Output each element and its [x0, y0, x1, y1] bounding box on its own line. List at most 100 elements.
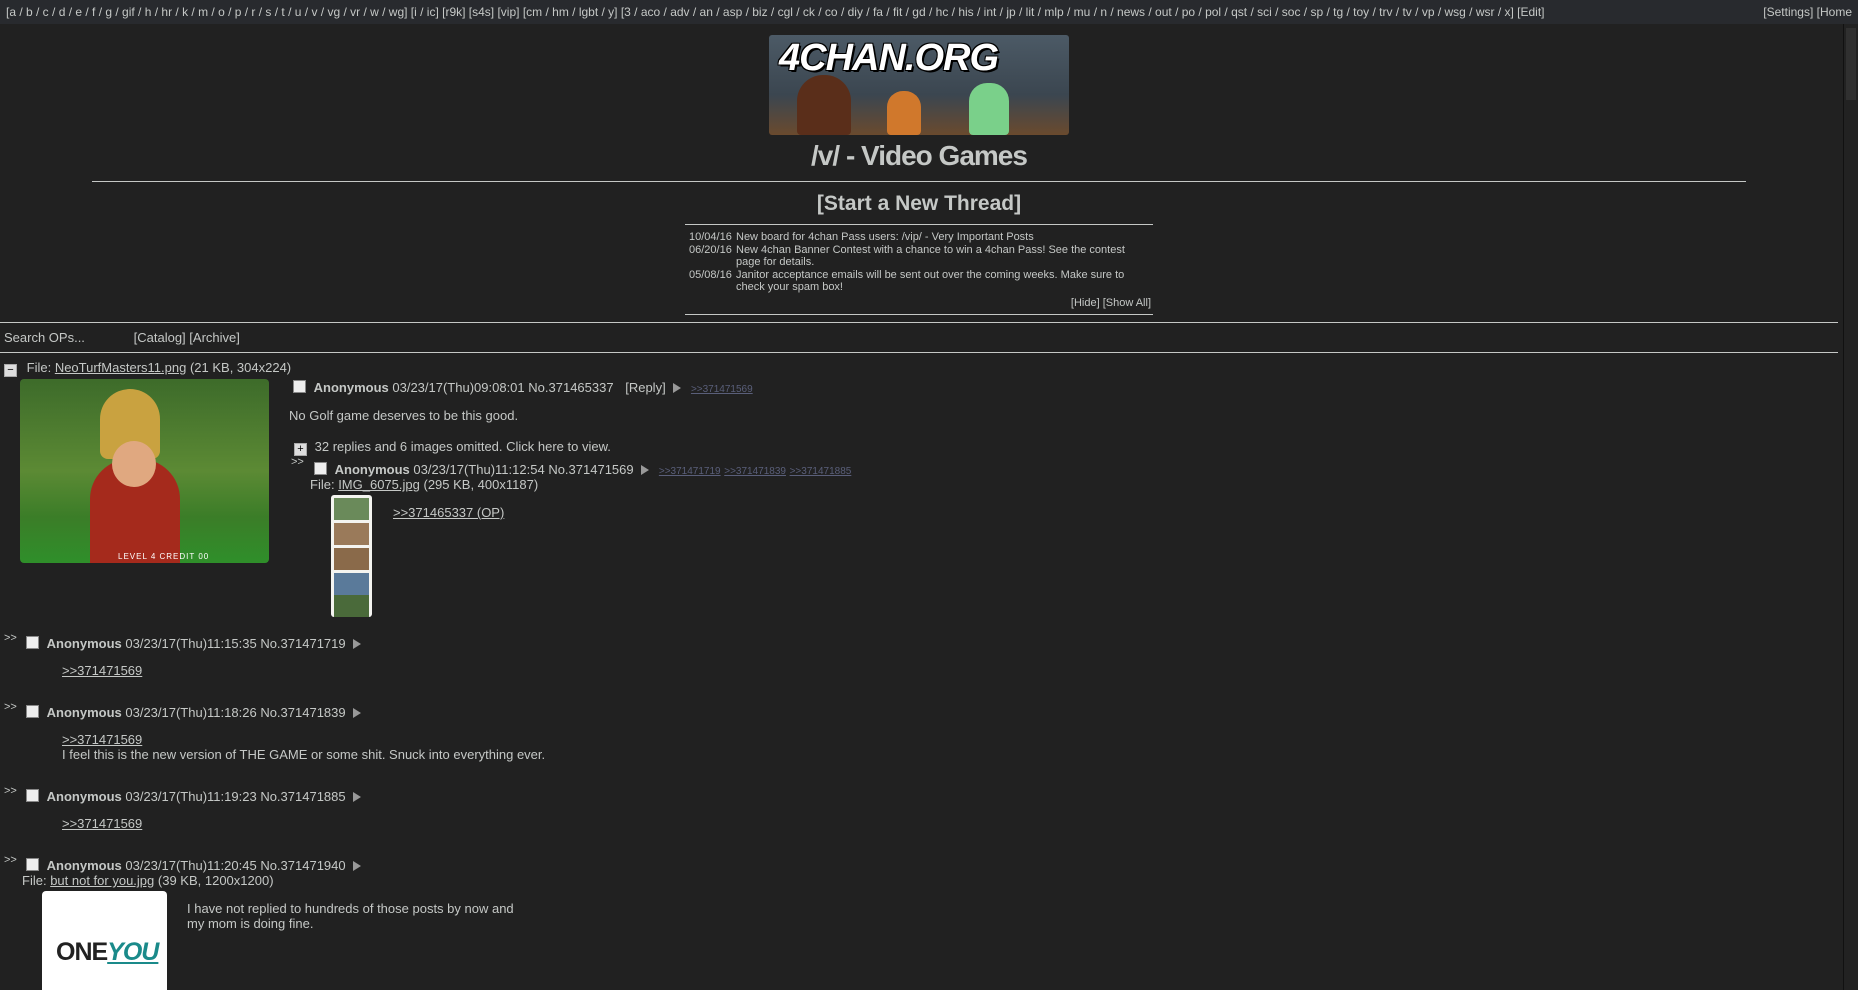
- reply-file-link[interactable]: IMG_6075.jpg: [338, 477, 420, 492]
- op-file-link[interactable]: NeoTurfMasters11.png: [55, 360, 187, 375]
- post-datetime: 03/23/17(Thu)11:15:35: [125, 636, 257, 651]
- news-hide-show-links[interactable]: [Hide] [Show All]: [689, 297, 1151, 309]
- reply-select-checkbox[interactable]: [26, 636, 39, 649]
- file-label: File:: [26, 360, 52, 375]
- news-date: 10/04/16: [689, 231, 732, 243]
- news-message: New board for 4chan Pass users: /vip/ - …: [736, 231, 1034, 243]
- reply-file-info: File: IMG_6075.jpg (295 KB, 400x1187): [310, 477, 538, 492]
- reply-link[interactable]: [Reply]: [625, 380, 665, 395]
- quote-link[interactable]: >>371471569: [62, 732, 142, 747]
- op-comment: No Golf game deserves to be this good.: [289, 408, 519, 423]
- post-datetime: 03/23/17(Thu)11:18:26: [125, 705, 257, 720]
- post-number[interactable]: No.371471569: [548, 462, 633, 477]
- poster-name: Anonymous: [334, 462, 410, 477]
- settings-home-links[interactable]: [Settings] [Home: [1763, 0, 1852, 24]
- reply-select-checkbox[interactable]: [26, 705, 39, 718]
- omitted-text[interactable]: 32 replies and 6 images omitted. Click h…: [315, 439, 611, 454]
- reply-header: Anonymous 03/23/17(Thu)11:19:23 No.37147…: [26, 789, 362, 804]
- scrollbar[interactable]: [1843, 24, 1858, 990]
- reply-marker: >>: [4, 632, 17, 644]
- post-menu-arrow-icon[interactable]: [353, 792, 362, 802]
- reply-file-link[interactable]: but not for you.jpg: [50, 873, 154, 888]
- archive-link[interactable]: [Archive]: [189, 330, 240, 345]
- news-item: 06/20/16 New 4chan Banner Contest with a…: [689, 244, 1151, 268]
- backlink[interactable]: >>371471885: [790, 466, 852, 477]
- game-hud-text: LEVEL 4 CREDIT 00: [118, 552, 210, 561]
- op-select-checkbox[interactable]: [293, 380, 306, 393]
- post-menu-arrow-icon[interactable]: [353, 639, 362, 649]
- banner-figure: [969, 83, 1009, 135]
- reply-comment-line: I have not replied to hundreds of those …: [187, 901, 514, 916]
- file-label: File:: [310, 477, 335, 492]
- post-datetime: 03/23/17(Thu)09:08:01: [392, 380, 525, 395]
- divider: [685, 224, 1153, 225]
- op-post-header: Anonymous 03/23/17(Thu)09:08:01 No.37146…: [293, 380, 753, 395]
- expand-thread-icon[interactable]: +: [294, 443, 307, 456]
- divider: [0, 322, 1838, 323]
- post-number[interactable]: No.371471940: [260, 858, 345, 873]
- backlink[interactable]: >>371471719: [659, 466, 721, 477]
- comic-panel: [334, 523, 369, 545]
- reply-thumbnail[interactable]: [331, 495, 372, 617]
- backlink[interactable]: >>371471839: [724, 466, 786, 477]
- search-ops-input[interactable]: Search OPs...: [4, 330, 130, 345]
- op-thumbnail[interactable]: LEVEL 4 CREDIT 00: [20, 379, 269, 563]
- divider: [685, 314, 1153, 315]
- news-date: 06/20/16: [689, 244, 732, 256]
- reply-file-info: File: but not for you.jpg (39 KB, 1200x1…: [22, 873, 274, 888]
- backlink[interactable]: >>371471569: [691, 384, 753, 395]
- quote-link[interactable]: >>371471569: [62, 816, 142, 831]
- post-menu-arrow-icon[interactable]: [673, 383, 682, 393]
- banner-figure: [887, 91, 921, 135]
- reply-header: Anonymous 03/23/17(Thu)11:18:26 No.37147…: [26, 705, 362, 720]
- catalog-link[interactable]: [Catalog]: [134, 330, 186, 345]
- reply-select-checkbox[interactable]: [314, 462, 327, 475]
- board-nav-bar: [a / b / c / d / e / f / g / gif / h / h…: [0, 0, 1858, 24]
- board-list[interactable]: [a / b / c / d / e / f / g / gif / h / h…: [6, 0, 1545, 24]
- divider: [92, 181, 1746, 182]
- news-box: 10/04/16 New board for 4chan Pass users:…: [689, 231, 1151, 309]
- post-menu-arrow-icon[interactable]: [641, 465, 650, 475]
- logo-text-you: YOU: [107, 938, 159, 966]
- start-new-thread-button[interactable]: [Start a New Thread]: [0, 192, 1838, 216]
- reply-marker: >>: [291, 456, 304, 468]
- reply-marker: >>: [4, 785, 17, 797]
- quote-link[interactable]: >>371471569: [62, 663, 142, 678]
- poster-name: Anonymous: [46, 858, 122, 873]
- reply-header: Anonymous 03/23/17(Thu)11:15:35 No.37147…: [26, 636, 362, 651]
- reply-header: Anonymous 03/23/17(Thu)11:20:45 No.37147…: [26, 858, 362, 873]
- post-number[interactable]: No.371465337: [528, 380, 613, 395]
- op-quote-link[interactable]: >>371465337 (OP): [393, 505, 504, 520]
- post-number[interactable]: No.371471885: [260, 789, 345, 804]
- comic-panel: [334, 595, 369, 617]
- divider: [0, 352, 1838, 353]
- scrollbar-thumb[interactable]: [1846, 28, 1856, 100]
- reply-select-checkbox[interactable]: [26, 858, 39, 871]
- banner-image[interactable]: 4CHAN.ORG: [769, 35, 1069, 135]
- post-number[interactable]: No.371471719: [260, 636, 345, 651]
- post-datetime: 03/23/17(Thu)11:19:23: [125, 789, 257, 804]
- op-file-info: − File: NeoTurfMasters11.png (21 KB, 304…: [4, 360, 291, 377]
- reply-select-checkbox[interactable]: [26, 789, 39, 802]
- banner-logo-text: 4CHAN.ORG: [779, 37, 999, 79]
- post-number[interactable]: No.371471839: [260, 705, 345, 720]
- post-menu-arrow-icon[interactable]: [353, 861, 362, 871]
- hide-thread-icon[interactable]: −: [4, 364, 17, 377]
- news-item: 10/04/16 New board for 4chan Pass users:…: [689, 231, 1151, 243]
- poster-name: Anonymous: [313, 380, 389, 395]
- reply-comment: I feel this is the new version of THE GA…: [62, 747, 546, 762]
- reply-comment-line: my mom is doing fine.: [187, 916, 314, 931]
- comic-panel: [334, 548, 369, 570]
- post-menu-arrow-icon[interactable]: [353, 708, 362, 718]
- reply-marker: >>: [4, 854, 17, 866]
- post-datetime: 03/23/17(Thu)11:12:54: [413, 462, 545, 477]
- oneyou-logo: ONEYOU: [56, 938, 159, 967]
- search-bar: Search OPs... [Catalog] [Archive]: [4, 330, 240, 345]
- reply-thumbnail[interactable]: ONEYOU: [42, 891, 167, 990]
- comic-panel: [334, 498, 369, 520]
- omitted-notice[interactable]: + 32 replies and 6 images omitted. Click…: [294, 439, 611, 456]
- poster-name: Anonymous: [46, 789, 122, 804]
- golfer-face-shape: [112, 441, 156, 487]
- op-file-details: (21 KB, 304x224): [189, 360, 292, 375]
- poster-name: Anonymous: [46, 636, 122, 651]
